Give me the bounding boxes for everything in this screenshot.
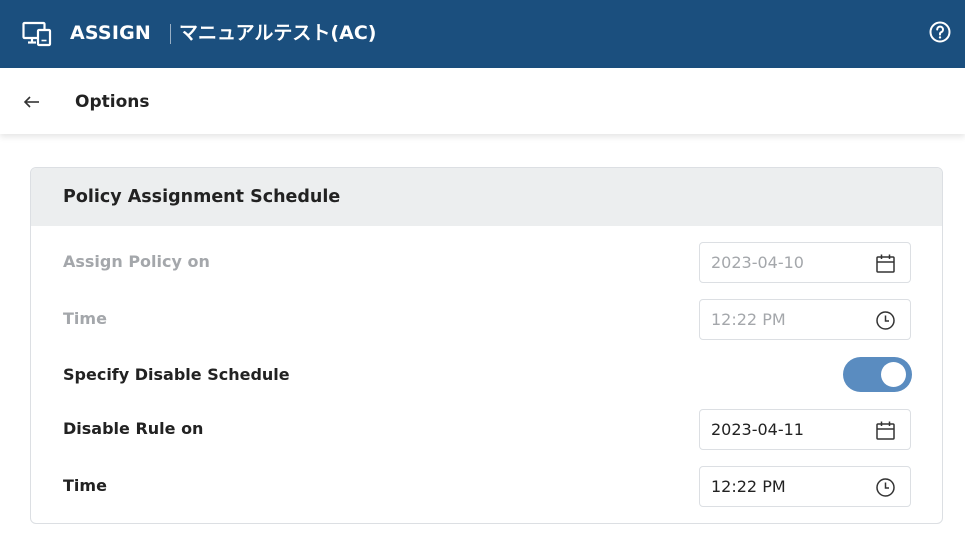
arrow-left-icon[interactable] xyxy=(22,92,42,112)
assign-time-field: 12:22 PM xyxy=(699,299,911,340)
header-separator xyxy=(170,24,171,44)
specify-disable-schedule-label: Specify Disable Schedule xyxy=(63,365,290,384)
calendar-icon[interactable] xyxy=(875,420,896,441)
assign-policy-date-value: 2023-04-10 xyxy=(711,253,804,272)
specify-disable-schedule-toggle[interactable] xyxy=(843,357,912,392)
disable-rule-date-field[interactable]: 2023-04-11 xyxy=(699,409,911,450)
assign-policy-on-label: Assign Policy on xyxy=(63,252,210,271)
assign-time-label: Time xyxy=(63,309,107,328)
monitor-icon xyxy=(22,21,52,47)
options-bar: Options xyxy=(0,68,965,134)
disable-time-value: 12:22 PM xyxy=(711,477,786,496)
page-title: Options xyxy=(75,92,150,112)
card-header: Policy Assignment Schedule xyxy=(31,168,942,226)
toggle-knob xyxy=(881,362,906,387)
disable-time-label: Time xyxy=(63,476,107,495)
disable-time-field[interactable]: 12:22 PM xyxy=(699,466,911,507)
app-header: ASSIGN マニュアルテスト(AC) xyxy=(0,0,965,68)
disable-rule-on-label: Disable Rule on xyxy=(63,419,204,438)
app-title: ASSIGN xyxy=(70,22,151,44)
assign-policy-date-field: 2023-04-10 xyxy=(699,242,911,283)
disable-rule-date-value: 2023-04-11 xyxy=(711,420,804,439)
app-subtitle: マニュアルテスト(AC) xyxy=(179,22,377,44)
calendar-icon xyxy=(876,254,895,273)
clock-icon xyxy=(876,311,895,330)
assign-time-value: 12:22 PM xyxy=(711,310,786,329)
schedule-card: Policy Assignment Schedule Assign Policy… xyxy=(30,167,943,524)
help-circle-icon[interactable] xyxy=(928,20,952,44)
clock-icon[interactable] xyxy=(875,477,896,498)
card-title: Policy Assignment Schedule xyxy=(63,187,341,207)
